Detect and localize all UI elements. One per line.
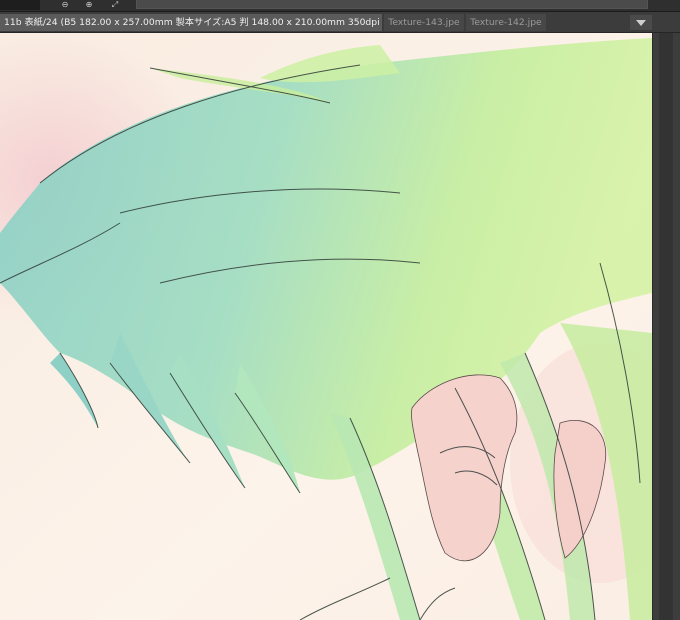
tab-texture-142[interactable]: Texture-142.jpe: [466, 14, 546, 31]
toolbar-field[interactable]: [136, 0, 648, 9]
tab-menu-button[interactable]: [630, 15, 652, 30]
illustration: [0, 33, 652, 620]
toolbar-left-tab[interactable]: [0, 0, 40, 10]
top-toolbar: ⊖ ⊕ ⤢: [0, 0, 680, 12]
scrollbar-track[interactable]: [659, 33, 673, 620]
fit-view-icon: ⤢: [111, 0, 119, 9]
zoom-out-icon: ⊖: [61, 0, 69, 9]
dropdown-arrow-icon: [636, 19, 646, 26]
document-tab-bar: 11b 表紙/24 (B5 182.00 x 257.00mm 製本サイズ:A5…: [0, 12, 680, 33]
tab-cover-document[interactable]: 11b 表紙/24 (B5 182.00 x 257.00mm 製本サイズ:A5…: [0, 14, 382, 31]
canvas-area[interactable]: [0, 33, 652, 620]
zoom-in-button[interactable]: ⊕: [80, 0, 98, 10]
zoom-in-icon: ⊕: [85, 0, 93, 9]
app-window: ⊖ ⊕ ⤢ 11b 表紙/24 (B5 182.00 x 257.00mm 製本…: [0, 0, 680, 620]
tab-texture-143[interactable]: Texture-143.jpe: [384, 14, 464, 31]
vertical-scrollbar[interactable]: [652, 33, 680, 620]
zoom-out-button[interactable]: ⊖: [56, 0, 74, 10]
fit-view-button[interactable]: ⤢: [106, 0, 124, 10]
